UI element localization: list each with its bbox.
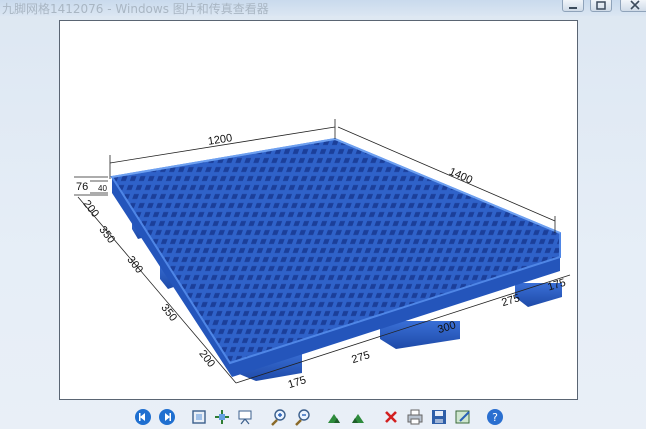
title-bar: 九脚网格1412076 - Windows 图片和传真查看器 bbox=[0, 0, 646, 16]
dim-length-label: 1200 bbox=[207, 132, 233, 148]
save-icon[interactable] bbox=[430, 408, 448, 426]
dim-front-5: 175 bbox=[546, 277, 567, 294]
dim-height-label: 76 bbox=[76, 181, 88, 193]
dim-deck-label: 40 bbox=[98, 184, 107, 193]
rotate-counterclockwise-icon[interactable] bbox=[348, 408, 366, 426]
best-fit-icon[interactable] bbox=[190, 408, 208, 426]
next-icon[interactable] bbox=[158, 408, 176, 426]
rotate-clockwise-icon[interactable] bbox=[326, 408, 344, 426]
edit-icon[interactable] bbox=[454, 408, 472, 426]
viewer-toolbar: ? bbox=[0, 404, 646, 429]
zoom-out-icon[interactable] bbox=[294, 408, 312, 426]
dim-front-2: 275 bbox=[350, 349, 371, 366]
minimize-icon bbox=[569, 7, 577, 9]
image-display-area[interactable]: 1200 1400 76 40 200 350 300 350 200 175 … bbox=[59, 20, 578, 400]
close-icon bbox=[630, 0, 640, 10]
window-title: 九脚网格1412076 - Windows 图片和传真查看器 bbox=[2, 2, 269, 16]
dim-left-4: 350 bbox=[158, 302, 179, 324]
dim-left-1: 200 bbox=[80, 198, 101, 220]
print-icon[interactable] bbox=[406, 408, 424, 426]
minimize-button[interactable] bbox=[562, 0, 584, 12]
dim-left-2: 350 bbox=[96, 224, 117, 246]
maximize-button[interactable] bbox=[590, 0, 612, 12]
close-button[interactable] bbox=[620, 0, 646, 12]
zoom-in-icon[interactable] bbox=[270, 408, 288, 426]
dim-width-label: 1400 bbox=[447, 166, 474, 187]
previous-icon[interactable] bbox=[134, 408, 152, 426]
dim-front-4: 275 bbox=[500, 292, 521, 309]
pallet-photo: 1200 1400 76 40 200 350 300 350 200 175 … bbox=[74, 119, 571, 391]
pallet-deck bbox=[110, 137, 561, 365]
svg-text:?: ? bbox=[492, 411, 498, 424]
delete-icon[interactable] bbox=[382, 408, 400, 426]
dim-front-1: 175 bbox=[287, 374, 308, 391]
image-viewer-window: 九脚网格1412076 - Windows 图片和传真查看器 1200 1400… bbox=[0, 0, 646, 429]
maximize-icon bbox=[596, 1, 606, 10]
actual-size-icon[interactable] bbox=[213, 408, 231, 426]
slideshow-icon[interactable] bbox=[236, 408, 254, 426]
dim-left-5: 200 bbox=[196, 348, 217, 370]
help-icon[interactable]: ? bbox=[486, 408, 504, 426]
